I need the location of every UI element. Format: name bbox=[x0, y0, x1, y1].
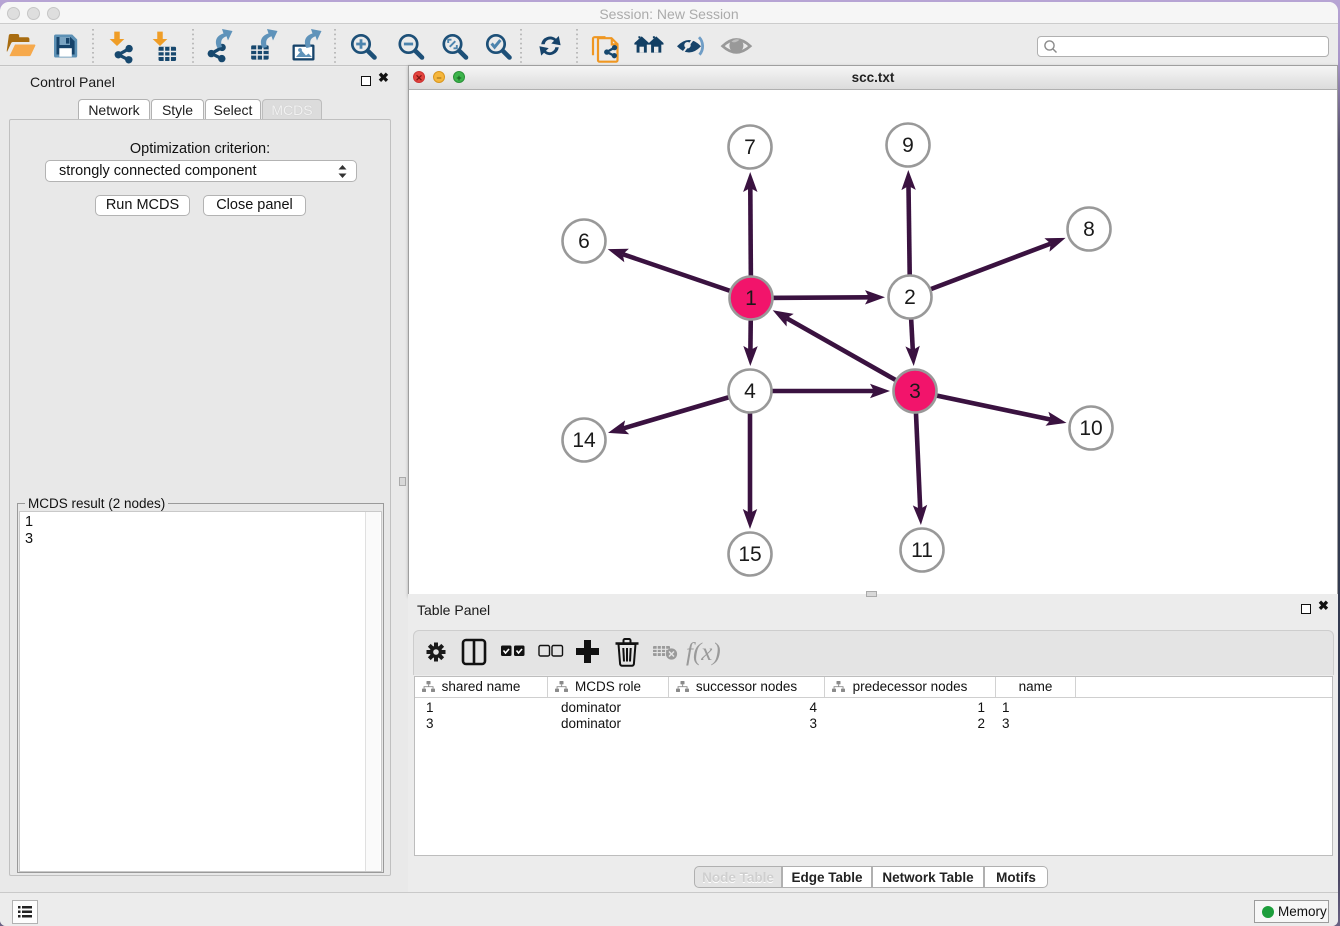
svg-text:15: 15 bbox=[738, 543, 761, 566]
svg-text:6: 6 bbox=[578, 230, 590, 253]
svg-text:8: 8 bbox=[1083, 218, 1095, 241]
svg-text:2: 2 bbox=[904, 286, 916, 309]
svg-text:4: 4 bbox=[744, 380, 756, 403]
svg-text:14: 14 bbox=[572, 429, 596, 452]
svg-text:9: 9 bbox=[902, 134, 914, 157]
svg-text:3: 3 bbox=[909, 380, 921, 403]
svg-text:10: 10 bbox=[1079, 417, 1102, 440]
svg-text:1: 1 bbox=[745, 287, 757, 310]
svg-text:7: 7 bbox=[744, 136, 756, 159]
svg-text:f(x): f(x) bbox=[686, 639, 721, 666]
svg-text:11: 11 bbox=[911, 539, 933, 562]
